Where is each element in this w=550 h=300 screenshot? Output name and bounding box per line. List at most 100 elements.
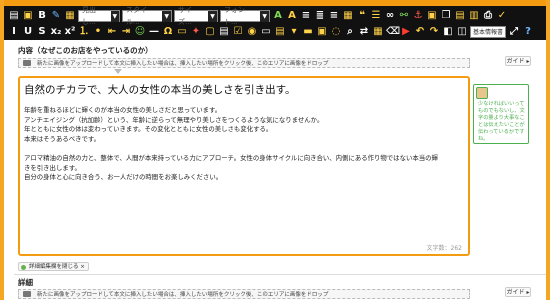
source-icon[interactable]: ◧ [442, 26, 454, 38]
hint-text: 少なければいいってものでもないし、文字の量より大事なことは伝えたいことが伝わって… [478, 101, 525, 142]
upload-icon [23, 60, 31, 66]
align-center-icon[interactable]: ≣ [314, 10, 326, 22]
section-divider [14, 274, 546, 275]
subscript-icon[interactable]: x₂ [50, 26, 62, 38]
hidden-field-icon[interactable]: ◌ [330, 26, 342, 38]
editor-paragraph: 自分の身体と心に向き合う、お一人だけの時間をお楽しみください。 [24, 173, 223, 182]
format-select[interactable]: 見出し... ▼ [78, 6, 120, 26]
content-editor[interactable]: 自然のチカラで、大人の女性の本当の美しさを引き出す。 年齢を重ねるほどに輝くのが… [18, 76, 470, 256]
image-icon[interactable]: ▣ [22, 10, 34, 22]
print-icon[interactable]: ⎙ [482, 10, 494, 22]
iframe-icon[interactable]: ▢ [204, 26, 216, 38]
paste-word-icon[interactable]: ▥ [468, 10, 480, 22]
maximize-icon[interactable]: ⤢ [508, 26, 520, 38]
indent-icon[interactable]: ⇥ [120, 26, 132, 38]
numbered-list-icon[interactable]: ⒈ [78, 26, 90, 38]
chevron-down-icon: ▼ [110, 10, 119, 22]
spellcheck-icon[interactable]: ✓ [496, 10, 508, 22]
toolbar-row-2: I U S x₂ x² ⒈ • ⇤ ⇥ ☺ — Ω ▭ ✦ ▢ ▤ ☑ ◉ ▭ … [8, 24, 534, 40]
upload-icon [23, 291, 31, 297]
size-select[interactable]: サイズ... ▼ [174, 6, 218, 26]
tag-dot-icon [21, 264, 26, 270]
anchor-icon[interactable]: ⚓ [412, 10, 424, 22]
form-icon[interactable]: ▤ [218, 26, 230, 38]
toolbar-row-1: ▤ ▣ B ✎ ▦ 見出し... ▼ スタイル... ▼ サイズ... ▼ フォント.… [8, 6, 508, 26]
editor-paragraph: 年齢を重ねるほどに輝くのが本当の女性の美しさだと思っています。 [24, 106, 222, 114]
image-drop-area[interactable]: 新たに画像をアップロードして本文に挿入したい場合は、挿入したい場所をクリック後、… [18, 58, 470, 68]
pagebreak-icon[interactable]: ▭ [176, 26, 188, 38]
editor-heading: 自然のチカラで、大人の女性の本当の美しさを引き出す。 [24, 84, 296, 96]
link-icon[interactable]: ∞ [384, 10, 396, 22]
flash-icon[interactable]: ✦ [190, 26, 202, 38]
align-right-icon[interactable]: ≡ [328, 10, 340, 22]
textfield-icon[interactable]: ▭ [260, 26, 272, 38]
bold-icon[interactable]: B [36, 10, 48, 22]
paste-icon[interactable]: ▤ [8, 10, 20, 22]
underline-icon[interactable]: U [22, 26, 34, 38]
editor-paragraph: きを引き出します。 [24, 163, 81, 172]
editor-paragraph: 年とともに女性の体は変わっていきます。その変化とともに女性の美しさも変化する。 [24, 125, 273, 134]
undo-icon[interactable]: ↶ [414, 26, 426, 38]
content-section-title: 内容（なぜこのお店をやっているのか） [18, 46, 153, 55]
left-frame-border [0, 0, 4, 300]
editor-paragraph: アロマ精油の自然の力と、整体で、人間が本来持っている力にアプローチ。女性の身体サ… [24, 153, 438, 162]
editor-empty-line [24, 144, 464, 154]
strikethrough-icon[interactable]: S [36, 26, 48, 38]
brush-icon[interactable]: ✎ [50, 10, 62, 22]
checkbox-icon[interactable]: ☑ [232, 26, 244, 38]
detail-image-drop-text: 新たに画像をアップロードして本文に挿入したい場合は、挿入したい場所をクリック後、… [37, 292, 329, 298]
outdent-icon[interactable]: ⇤ [106, 26, 118, 38]
editor-body[interactable]: 年齢を重ねるほどに輝くのが本当の女性の美しさだと思っています。 アンチエイジング… [24, 106, 464, 183]
replace-icon[interactable]: ⇄ [358, 26, 370, 38]
chevron-down-icon: ▼ [208, 10, 217, 22]
chevron-down-icon: ▼ [260, 10, 269, 22]
unlink-icon[interactable]: ⚯ [398, 10, 410, 22]
embed-icon[interactable]: ▣ [426, 10, 438, 22]
guide-button[interactable]: ガイド ▸ [505, 56, 531, 66]
preview-icon[interactable]: ◫ [456, 26, 468, 38]
detail-image-drop-area[interactable]: 新たに画像をアップロードして本文に挿入したい場合は、挿入したい場所をクリック後、… [18, 289, 470, 299]
font-select[interactable]: フォント... ▼ [220, 6, 270, 26]
bg-color-icon[interactable]: A [286, 10, 298, 22]
close-detail-tag[interactable]: 詳細編集欄を閉じる × [18, 262, 89, 271]
chevron-down-icon: ▼ [162, 10, 171, 22]
italic-icon[interactable]: I [8, 26, 20, 38]
close-detail-label: 詳細編集欄を閉じる × [29, 264, 85, 270]
mascot-icon [476, 87, 488, 99]
editor-toolbar: ▤ ▣ B ✎ ▦ 見出し... ▼ スタイル... ▼ サイズ... ▼ フォント.… [4, 6, 546, 40]
editor-paragraph: 本来はそうあるべきです。 [24, 134, 101, 143]
help-icon[interactable]: ? [522, 26, 534, 38]
image-drop-text: 新たに画像をアップロードして本文に挿入したい場合は、挿入したい場所をクリック後、… [37, 61, 329, 67]
style-select[interactable]: スタイル... ▼ [122, 6, 172, 26]
removeformat-icon[interactable]: ⌫ [386, 26, 400, 38]
quote-icon[interactable]: ❝ [356, 10, 368, 22]
align-left-icon[interactable]: ≡ [300, 10, 312, 22]
textarea-icon[interactable]: ▤ [274, 26, 286, 38]
hint-bubble: 少なければいいってものでもないし、文字の量より大事なことは伝えたいことが伝わって… [473, 84, 529, 144]
select-icon[interactable]: ▾ [288, 26, 300, 38]
editor-paragraph: アンチエイジング（抗加齢）という、年齢に逆らって無理やり美しさをつくるような気に… [24, 115, 324, 124]
list-icon[interactable]: ☰ [370, 10, 382, 22]
detail-section-title: 詳細 [18, 278, 33, 287]
char-count: 文字数：262 [426, 245, 462, 252]
drop-arrow-icon [114, 69, 122, 74]
smiley-icon[interactable]: ☺ [134, 26, 146, 38]
find-icon[interactable]: ⌕ [344, 26, 356, 38]
youtube-icon[interactable]: ▶ [400, 26, 412, 38]
table-icon[interactable]: ▦ [342, 10, 354, 22]
superscript-icon[interactable]: x² [64, 26, 76, 38]
radio-icon[interactable]: ◉ [246, 26, 258, 38]
imagebutton-icon[interactable]: ▣ [316, 26, 328, 38]
special-char-icon[interactable]: Ω [162, 26, 174, 38]
bullet-list-icon[interactable]: • [92, 26, 104, 38]
selectall-icon[interactable]: ▦ [372, 26, 384, 38]
mode-select[interactable]: 基本情報書 [470, 26, 507, 38]
text-color-icon[interactable]: A [272, 10, 284, 22]
detail-guide-button[interactable]: ガイド ▸ [505, 287, 531, 297]
paste-text-icon[interactable]: ▤ [454, 10, 466, 22]
redo-icon[interactable]: ↷ [428, 26, 440, 38]
copy-icon[interactable]: ❐ [440, 10, 452, 22]
button-icon[interactable]: ▬ [302, 26, 314, 38]
format-icon[interactable]: ▦ [64, 10, 76, 22]
hr-icon[interactable]: — [148, 26, 160, 38]
